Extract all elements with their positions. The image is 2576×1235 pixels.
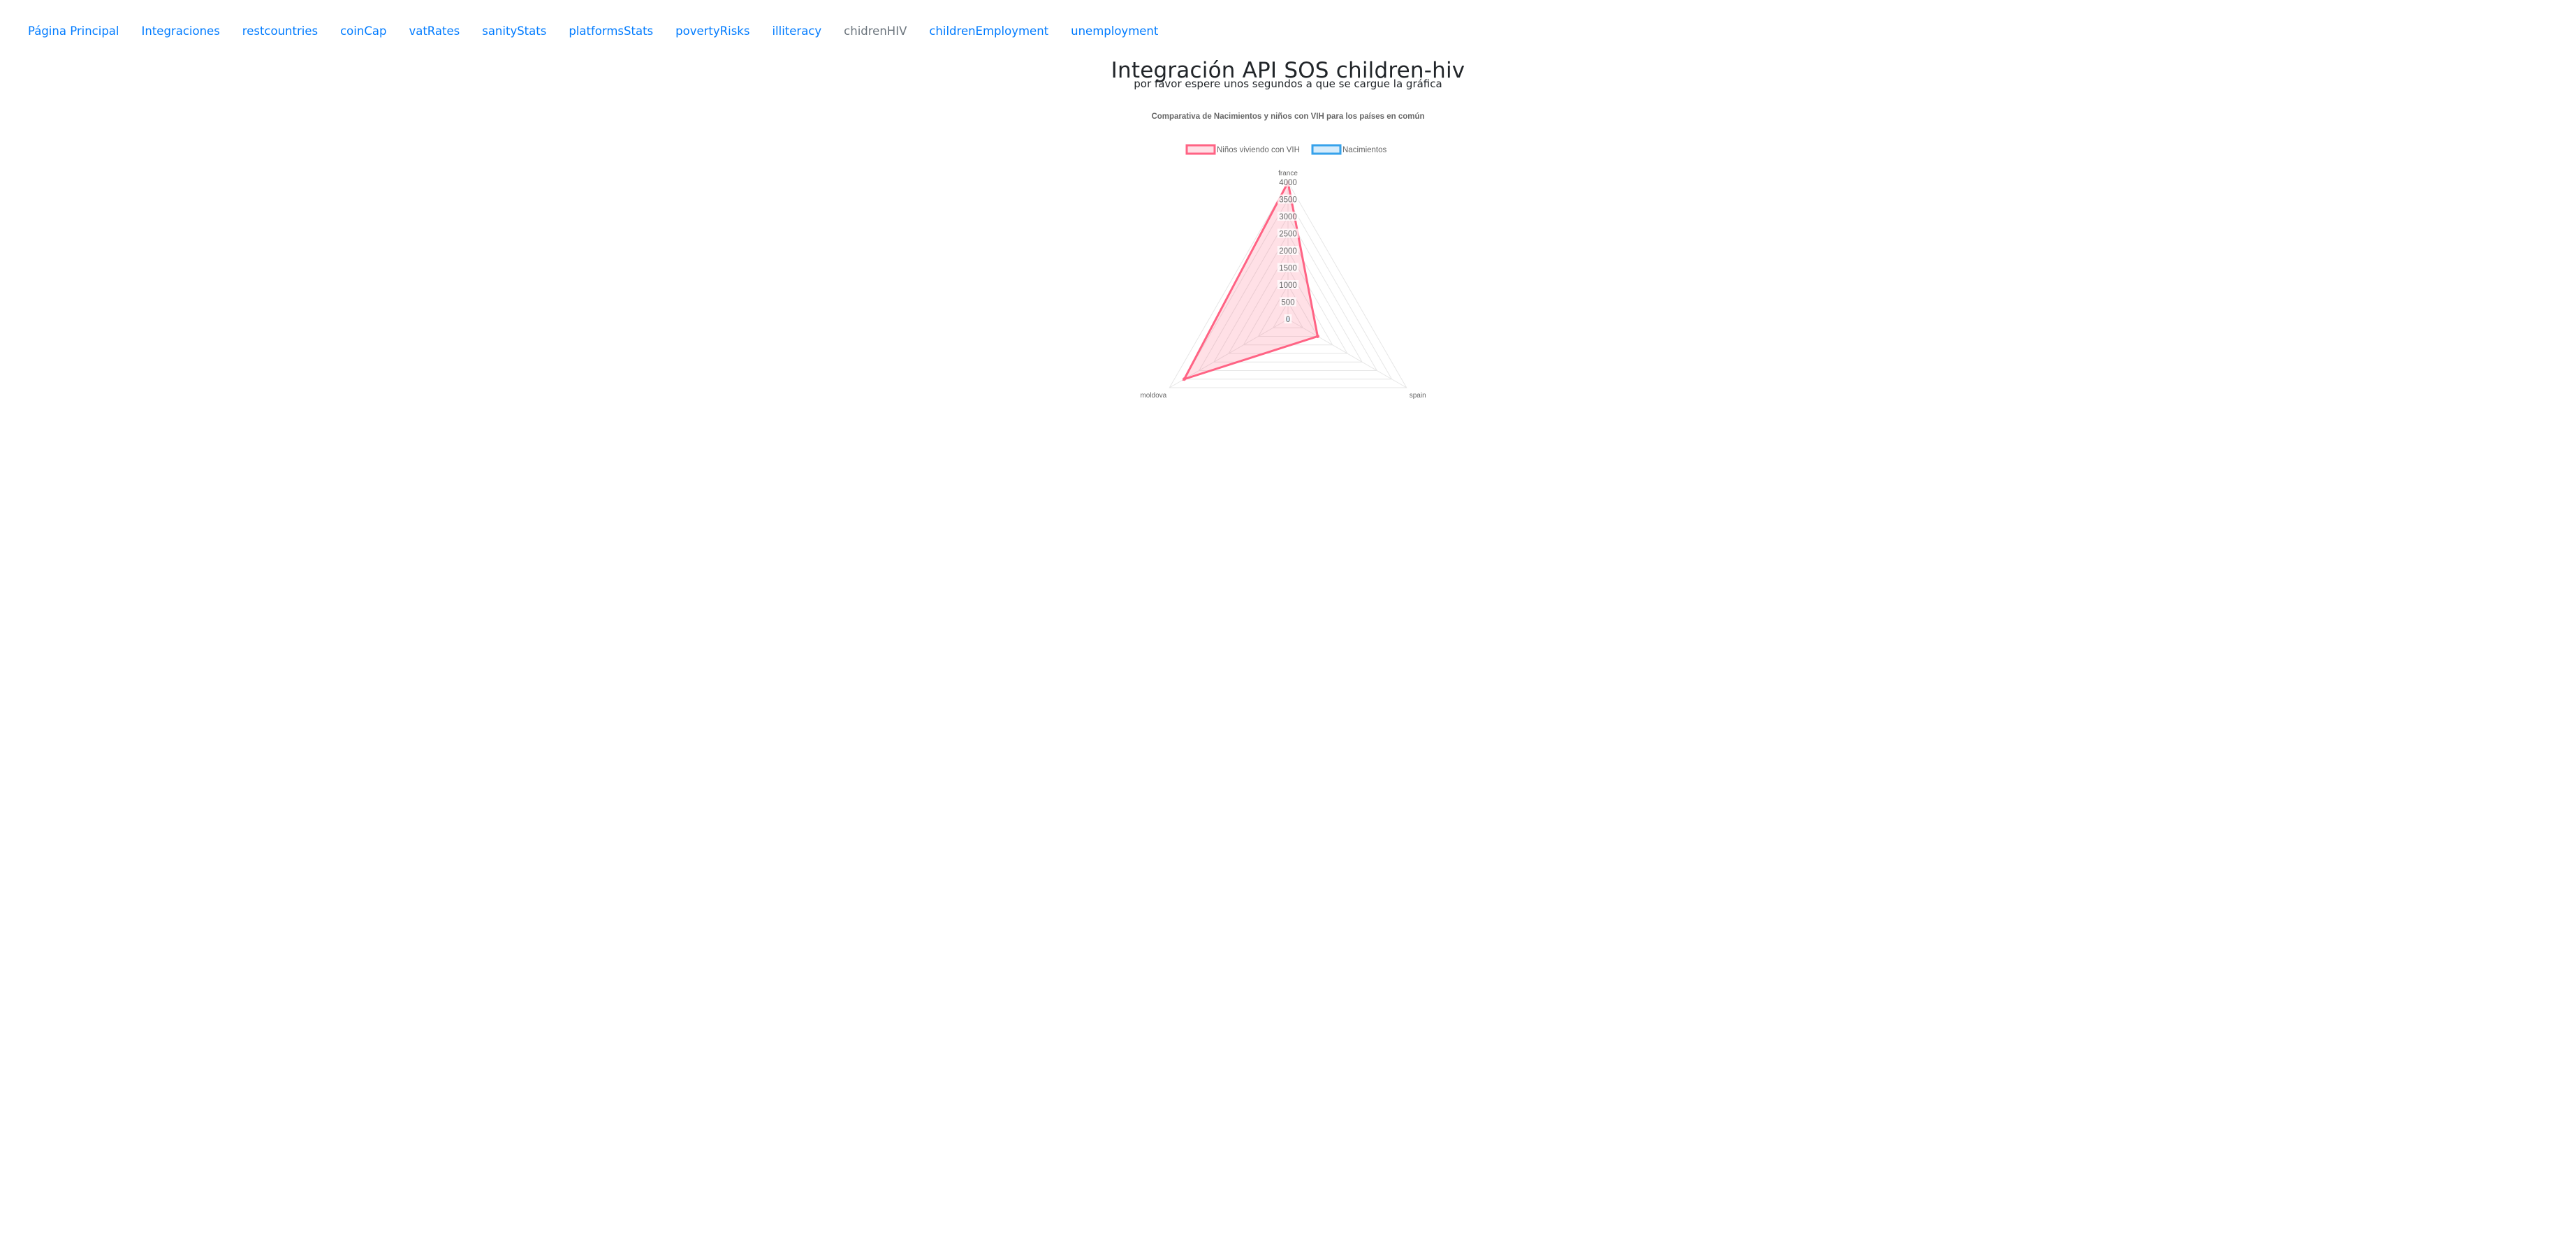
tick-label-2: 1000: [1279, 282, 1297, 290]
nav-link-restcountries[interactable]: restcountries: [231, 19, 329, 43]
nav-link-illiteracy[interactable]: illiteracy: [761, 19, 833, 43]
tick-label-4: 2000: [1279, 247, 1297, 256]
tick-label-0: 0: [1286, 316, 1290, 324]
category-label-france: france: [1278, 170, 1298, 177]
tick-label-6: 3000: [1279, 213, 1297, 221]
nav-link-vatrates[interactable]: vatRates: [397, 19, 471, 43]
top-nav: Página Principal Integraciones restcountri…: [17, 17, 1169, 45]
tick-label-3: 1500: [1279, 265, 1297, 273]
page-subtitle: por favor espere unos segundos a que se …: [1134, 78, 1442, 90]
nav-link-chidrenhiv[interactable]: chidrenHIV: [833, 19, 918, 43]
legend-swatch-1: [1311, 144, 1342, 155]
category-label-spain: spain: [1410, 392, 1426, 400]
tick-label-8: 4000: [1279, 179, 1297, 187]
radar-chart-svg: Comparativa de Nacimientos y niños con V…: [1140, 112, 1426, 400]
nav-link-integraciones[interactable]: Integraciones: [131, 19, 231, 43]
tick-label-5: 2500: [1279, 231, 1297, 239]
category-label-moldova: moldova: [1140, 392, 1166, 400]
nav-link-página-principal[interactable]: Página Principal: [17, 19, 131, 43]
tick-label-7: 3500: [1279, 196, 1297, 205]
nav-link-platformsstats[interactable]: platformsStats: [557, 19, 664, 43]
nav-link-povertyrisks[interactable]: povertyRisks: [664, 19, 761, 43]
series-point-0-1: [1315, 335, 1319, 338]
chart-title: Comparativa de Nacimientos y niños con V…: [1151, 112, 1424, 121]
nav-link-unemployment[interactable]: unemployment: [1060, 19, 1169, 43]
nav-link-childrenemployment[interactable]: childrenEmployment: [918, 19, 1060, 43]
legend-label-0: Niños viviendo con VIH: [1217, 146, 1300, 154]
tick-label-1: 500: [1281, 299, 1294, 307]
legend-label-1: Nacimientos: [1342, 146, 1387, 154]
radar-chart: Comparativa de Nacimientos y niños con V…: [1118, 105, 1458, 405]
nav-link-coincap[interactable]: coinCap: [329, 19, 397, 43]
legend-swatch-0: [1185, 144, 1216, 155]
series-point-0-2: [1182, 377, 1186, 381]
nav-link-sanitystats[interactable]: sanityStats: [471, 19, 557, 43]
